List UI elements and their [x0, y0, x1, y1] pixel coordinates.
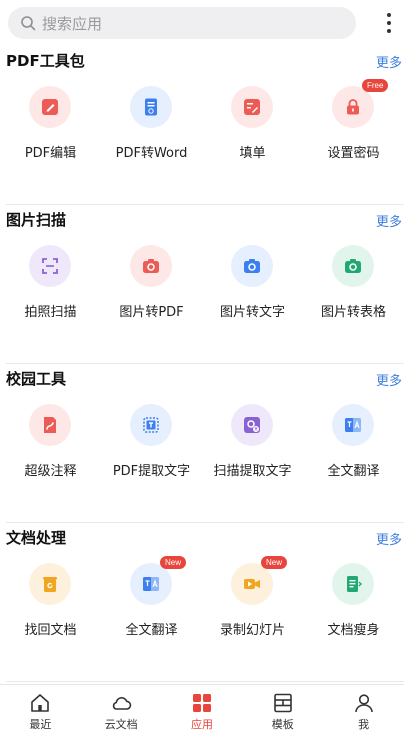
tab-recent[interactable]: 最近 [0, 685, 81, 731]
camera-table-icon [332, 245, 374, 287]
camera-pdf-icon [130, 245, 172, 287]
tool-pdf-edit[interactable]: PDF编辑 [0, 80, 101, 170]
tool-label: 图片转文字 [219, 305, 285, 320]
record-slides-icon [231, 563, 273, 605]
tool-set-password[interactable]: Free 设置密码 [303, 79, 404, 170]
tool-label: 设置密码 [327, 146, 380, 161]
section-title: PDF工具包 [6, 52, 85, 70]
cloud-icon [113, 697, 132, 710]
tool-pdf-to-word[interactable]: PDF转Word [101, 80, 202, 170]
tool-full-translate-2[interactable]: New 全文翻译 [101, 556, 202, 647]
app-tools-list: PDF工具包 更多 PDF编辑 PDF转Word 填单 Free 设置密码 图片… [0, 46, 404, 684]
template-icon [273, 693, 292, 713]
new-badge: New [261, 556, 288, 569]
recover-icon [29, 563, 71, 605]
apps-grid-icon [192, 694, 211, 712]
bottom-tab-bar: 最近 云文档 应用 模板 我 [0, 684, 404, 731]
tool-label: 文档瘦身 [327, 623, 380, 638]
section-divider [6, 681, 404, 682]
lock-icon [332, 86, 374, 128]
tool-label: 全文翻译 [125, 623, 178, 638]
tool-scan-extract-text[interactable]: 扫描提取文字 [202, 398, 303, 488]
top-bar: 搜索应用 [0, 0, 404, 46]
tab-templates[interactable]: 模板 [242, 685, 323, 731]
tool-label: 全文翻译 [327, 464, 380, 479]
section-title: 校园工具 [6, 370, 67, 388]
section-doc-processing: 文档处理 更多 找回文档 New 全文翻译 New 录制幻灯片 文档瘦身 [0, 523, 404, 682]
tool-label: 图片转表格 [320, 305, 386, 320]
translate-icon [332, 404, 374, 446]
search-placeholder: 搜索应用 [42, 14, 103, 33]
tool-label: 填单 [239, 146, 266, 161]
section-campus-tools: 校园工具 更多 超级注释 PDF提取文字 扫描提取文字 全文翻译 [0, 364, 404, 523]
tool-image-to-text[interactable]: 图片转文字 [202, 239, 303, 329]
tool-image-to-table[interactable]: 图片转表格 [303, 239, 404, 329]
tool-full-translate[interactable]: 全文翻译 [303, 398, 404, 488]
tool-recover-doc[interactable]: 找回文档 [0, 557, 101, 647]
tool-slim-doc[interactable]: 文档瘦身 [303, 557, 404, 647]
tool-label: PDF提取文字 [112, 464, 191, 479]
tab-label: 我 [358, 718, 370, 731]
tab-apps[interactable]: 应用 [162, 685, 243, 731]
tool-label: 图片转PDF [119, 305, 184, 320]
user-icon [354, 694, 373, 713]
edit-icon [29, 86, 71, 128]
slim-doc-icon [332, 563, 374, 605]
tool-label: PDF转Word [115, 146, 188, 161]
tab-label: 应用 [190, 718, 213, 731]
tool-label: 扫描提取文字 [213, 464, 292, 479]
search-icon [21, 16, 36, 31]
more-link[interactable]: 更多 [376, 211, 402, 230]
word-icon [130, 86, 172, 128]
tab-label: 模板 [271, 718, 294, 731]
tool-label: 拍照扫描 [24, 305, 77, 320]
camera-text-icon [231, 245, 273, 287]
tab-label: 最近 [29, 718, 52, 731]
tool-record-slides[interactable]: New 录制幻灯片 [202, 556, 303, 647]
section-title: 图片扫描 [6, 211, 67, 229]
new-badge: New [160, 556, 187, 569]
tool-pdf-extract-text[interactable]: PDF提取文字 [101, 398, 202, 488]
extract-text-icon [130, 404, 172, 446]
free-badge: Free [362, 79, 389, 92]
tool-label: 超级注释 [24, 464, 77, 479]
tab-cloud-docs[interactable]: 云文档 [81, 685, 162, 731]
tool-photo-scan[interactable]: 拍照扫描 [0, 239, 101, 329]
tab-me[interactable]: 我 [323, 685, 404, 731]
tab-label: 云文档 [104, 718, 138, 731]
more-link[interactable]: 更多 [376, 529, 402, 548]
more-options-icon[interactable] [382, 10, 396, 36]
tool-image-to-pdf[interactable]: 图片转PDF [101, 239, 202, 329]
scan-icon [29, 245, 71, 287]
annotate-icon [29, 404, 71, 446]
tool-label: 录制幻灯片 [219, 623, 285, 638]
tool-super-annotate[interactable]: 超级注释 [0, 398, 101, 488]
translate-icon [130, 563, 172, 605]
section-title: 文档处理 [6, 529, 67, 547]
tool-label: 找回文档 [24, 623, 77, 638]
search-input[interactable]: 搜索应用 [8, 7, 356, 39]
more-link[interactable]: 更多 [376, 52, 402, 71]
tool-label: PDF编辑 [24, 146, 77, 161]
tool-fill-form[interactable]: 填单 [202, 80, 303, 170]
section-pdf-toolkit: PDF工具包 更多 PDF编辑 PDF转Word 填单 Free 设置密码 [0, 46, 404, 205]
home-icon [31, 694, 50, 712]
form-fill-icon [231, 86, 273, 128]
more-link[interactable]: 更多 [376, 370, 402, 389]
scan-extract-icon [231, 404, 273, 446]
section-image-scan: 图片扫描 更多 拍照扫描 图片转PDF 图片转文字 图片转表格 [0, 205, 404, 364]
